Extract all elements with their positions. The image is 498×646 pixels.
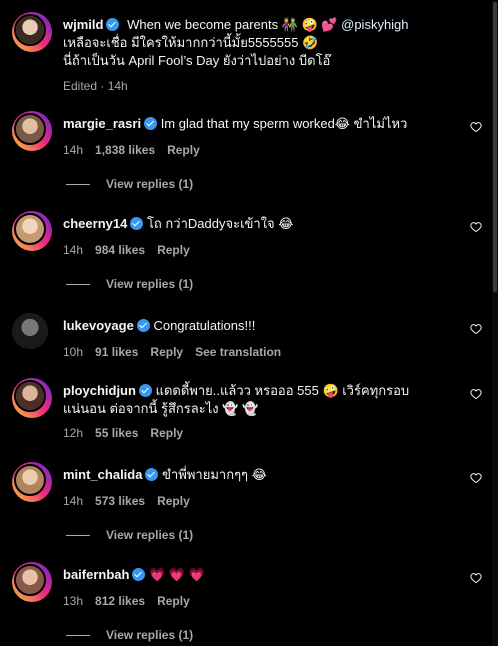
comment-text: ขำพี่พายมากๆๆ 😂 [162,467,267,482]
heart-icon[interactable] [470,572,482,584]
comment-username[interactable]: margie_rasri [63,116,141,131]
verified-icon [145,468,159,481]
comment-text: Congratulations!!! [153,318,256,333]
mention-link[interactable]: @piskyhigh [341,17,408,32]
see-translation-button[interactable]: See translation [195,345,281,359]
reply-button[interactable]: Reply [150,345,183,359]
comment-time: 14h [63,143,84,157]
avatar[interactable] [12,313,48,349]
reply-button[interactable]: Reply [157,243,190,257]
caption-text: When we become parents 👫 🤪 💕 [127,17,338,32]
comment: cheerny14 โถ กว่าDaddyจะเข้าใจ 😂 14h 984 … [12,211,482,291]
avatar[interactable] [12,111,52,151]
verified-icon [132,568,146,581]
comment-time: 13h [63,594,84,608]
caption-line2: เหลือจะเชื่อ มีใครให้มากกว่านี้มั้ย55555… [63,35,319,50]
avatar[interactable] [12,562,52,602]
likes-count[interactable]: 573 likes [95,494,145,508]
comment-username[interactable]: lukevoyage [63,318,134,333]
likes-count[interactable]: 812 likes [95,594,145,608]
reply-button[interactable]: Reply [150,426,183,440]
likes-count[interactable]: 984 likes [95,243,145,257]
verified-icon [130,217,144,230]
verified-icon [144,117,158,130]
comment: lukevoyage Congratulations!!! 10h 91 like… [12,313,482,363]
heart-icon[interactable] [470,472,482,484]
avatar[interactable] [12,211,52,251]
scrollbar[interactable] [492,0,498,646]
comment-username[interactable]: baifernbah [63,567,129,582]
comment-time: 14h [63,494,84,508]
comment-time: 14h [63,243,84,257]
heart-icon[interactable] [470,121,482,133]
edited-label: Edited · 14h [63,79,128,93]
comment-text-line2: แน่นอน ต่อจากนี้ รู้สึกรละไง 👻 👻 [63,401,259,416]
divider-line [66,184,90,186]
verified-icon [138,384,152,397]
comment-username[interactable]: ploychidjun [63,383,136,398]
view-replies-button[interactable]: View replies (1) [66,628,193,642]
heart-icon[interactable] [470,388,482,400]
view-replies-button[interactable]: View replies (1) [66,177,193,191]
likes-count[interactable]: 55 likes [95,426,138,440]
comment-time: 10h [63,345,84,359]
likes-count[interactable]: 1,838 likes [95,143,155,157]
avatar[interactable] [12,378,52,418]
view-replies-button[interactable]: View replies (1) [66,277,193,291]
comment-username[interactable]: cheerny14 [63,216,127,231]
comment: mint_chalida ขำพี่พายมากๆๆ 😂 14h 573 like… [12,462,482,542]
divider-line [66,535,90,537]
avatar[interactable] [12,12,52,52]
reply-button[interactable]: Reply [167,143,200,157]
comment: ploychidjun แดดดี้พาย..แล้วว หรอออ 555 🤪… [12,378,482,448]
heart-icon[interactable] [470,221,482,233]
comment-username[interactable]: mint_chalida [63,467,142,482]
comment: margie_rasri Im glad that my sperm worke… [12,111,482,191]
comment-text: โถ กว่าDaddyจะเข้าใจ 😂 [146,216,294,231]
verified-icon [106,18,120,31]
caption-username[interactable]: wjmild [63,17,103,32]
divider-line [66,635,90,637]
avatar[interactable] [12,462,52,502]
divider-line [66,284,90,286]
comment-text: แดดดี้พาย..แล้วว หรอออ 555 🤪 เวิร์คทุกรอ… [155,383,410,398]
comment: baifernbah 💗 💗 💗 13h 812 likes Reply View … [12,562,482,642]
comment-time: 12h [63,426,84,440]
reply-button[interactable]: Reply [157,494,190,508]
likes-count[interactable]: 91 likes [95,345,138,359]
caption-line3: นี่ถ้าเป็นวัน April Fool’s Day ยังว่าไปอ… [63,53,331,68]
view-replies-button[interactable]: View replies (1) [66,528,193,542]
heart-icon[interactable] [470,323,482,335]
scrollbar-thumb[interactable] [493,2,497,292]
comment-text: 💗 💗 💗 [149,567,205,582]
reply-button[interactable]: Reply [157,594,190,608]
comment-text: Im glad that my sperm worked😂 ขำไม่ไหว [160,116,408,131]
verified-icon [136,319,150,332]
